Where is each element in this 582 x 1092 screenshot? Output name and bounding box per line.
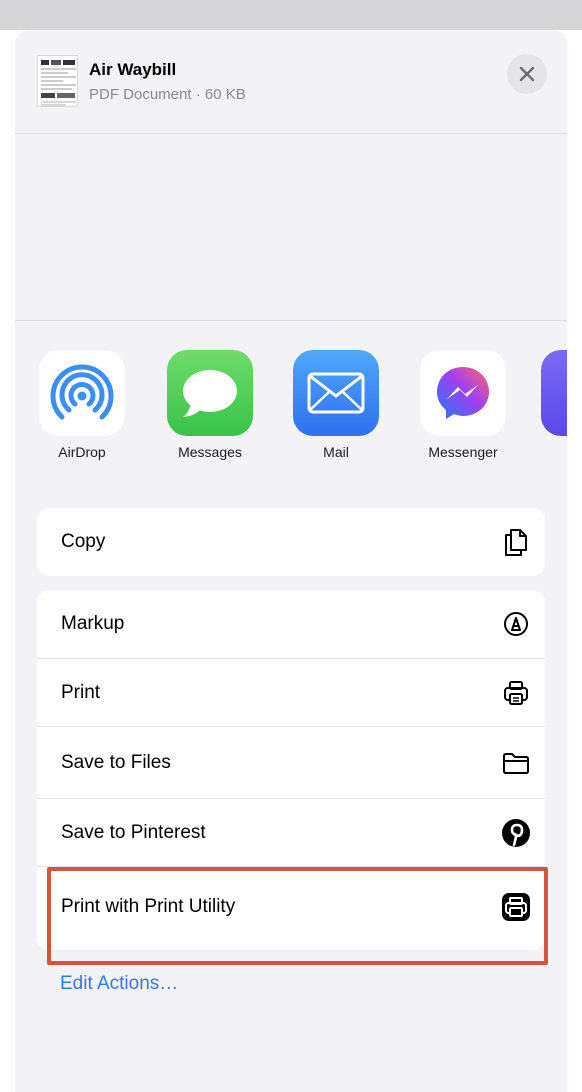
- mail-icon: [293, 350, 379, 436]
- header-divider: [15, 133, 567, 134]
- app-partial-icon: [541, 350, 567, 436]
- app-label: Messenger: [428, 444, 498, 460]
- markup-icon: [501, 609, 531, 639]
- action-save-to-pinterest[interactable]: Save to Pinterest: [37, 798, 545, 866]
- share-header: Air Waybill PDF Document · 60 KB: [15, 30, 567, 134]
- top-backdrop: [0, 0, 582, 30]
- close-icon: [519, 66, 535, 82]
- action-label: Markup: [61, 613, 125, 634]
- app-mail[interactable]: Mail: [286, 350, 386, 460]
- copy-group: Copy: [37, 508, 545, 576]
- action-label: Save to Files: [61, 751, 171, 773]
- action-label: Copy: [61, 531, 106, 552]
- action-label: Save to Pinterest: [61, 821, 206, 843]
- app-label: Mail: [323, 444, 349, 460]
- action-print[interactable]: Print: [37, 658, 545, 726]
- action-markup[interactable]: Markup: [37, 590, 545, 658]
- messages-icon: [167, 350, 253, 436]
- app-label: Messages: [178, 444, 242, 460]
- highlight-box: [47, 867, 548, 965]
- printer-icon: [501, 678, 531, 708]
- pinterest-icon: [501, 818, 531, 848]
- folder-icon: [501, 748, 531, 778]
- messenger-icon: [420, 350, 506, 436]
- app-label: AirDrop: [58, 444, 106, 460]
- action-copy[interactable]: Copy: [37, 508, 545, 576]
- suggestions-divider: [15, 320, 567, 321]
- copy-icon: [501, 527, 531, 557]
- app-messages[interactable]: Messages: [160, 350, 260, 460]
- app-airdrop[interactable]: AirDrop: [32, 350, 132, 460]
- edit-actions-link[interactable]: Edit Actions…: [60, 973, 178, 995]
- app-row: AirDrop Messages Mail Messenger: [15, 350, 567, 470]
- document-title: Air Waybill: [89, 60, 177, 79]
- action-label: Print: [61, 681, 101, 703]
- close-button[interactable]: [507, 54, 547, 94]
- app-messenger[interactable]: Messenger: [413, 350, 513, 460]
- document-subtitle: PDF Document · 60 KB: [89, 86, 246, 103]
- app-partial[interactable]: [541, 350, 567, 436]
- document-thumbnail: [37, 55, 78, 107]
- airdrop-icon: [39, 350, 125, 436]
- action-save-to-files[interactable]: Save to Files: [37, 726, 545, 798]
